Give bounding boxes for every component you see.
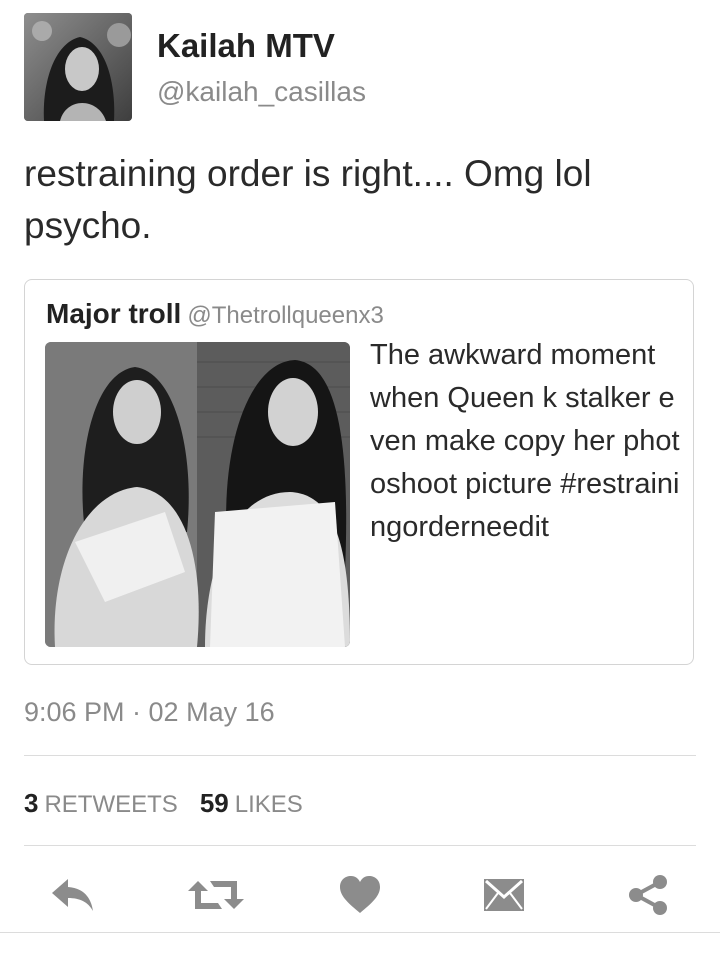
like-icon: [340, 876, 380, 913]
message-button[interactable]: [476, 867, 532, 923]
quoted-tweet-text: The awkward moment when Queen k stalker …: [370, 339, 680, 543]
reply-button[interactable]: [44, 867, 100, 923]
engagement-stats: 3 RETWEETS 59 LIKES: [24, 785, 303, 826]
divider: [24, 845, 696, 846]
author-display-name[interactable]: Kailah MTV: [157, 26, 335, 66]
retweet-icon: [188, 881, 244, 909]
likes-count: 59: [199, 788, 229, 818]
quoted-author-handle: @Thetrollqueenx3: [187, 302, 384, 329]
author-avatar[interactable]: [24, 13, 132, 121]
retweets-count: 3: [24, 788, 39, 818]
quoted-tweet-card[interactable]: Major troll @Thetrollqueenx3 The awkward …: [24, 279, 694, 665]
avatar-photo: [24, 13, 132, 121]
author-handle[interactable]: @kailah_casillas: [157, 74, 366, 110]
tweet-timestamp: 9:06 PM · 02 May 16: [24, 697, 275, 727]
quoted-photo-collage: [45, 342, 350, 647]
share-icon: [629, 875, 667, 915]
quoted-tweet-image[interactable]: [45, 342, 350, 647]
share-button[interactable]: [620, 867, 676, 923]
quoted-author-name: Major troll: [46, 298, 182, 329]
tweet-text: restraining order is right.... Omg lol p…: [24, 153, 592, 246]
divider: [0, 932, 720, 933]
tweet-action-bar: [0, 867, 720, 923]
reply-icon: [52, 879, 93, 911]
like-button[interactable]: [332, 867, 388, 923]
retweets-label: RETWEETS: [44, 791, 178, 818]
likes-label: LIKES: [234, 791, 303, 818]
likes-stat[interactable]: 59 LIKES: [200, 788, 303, 818]
retweets-stat[interactable]: 3 RETWEETS: [24, 788, 178, 818]
message-icon: [484, 879, 524, 911]
retweet-button[interactable]: [188, 867, 244, 923]
quoted-tweet-header: Major troll @Thetrollqueenx3: [46, 296, 384, 337]
divider: [24, 755, 696, 756]
